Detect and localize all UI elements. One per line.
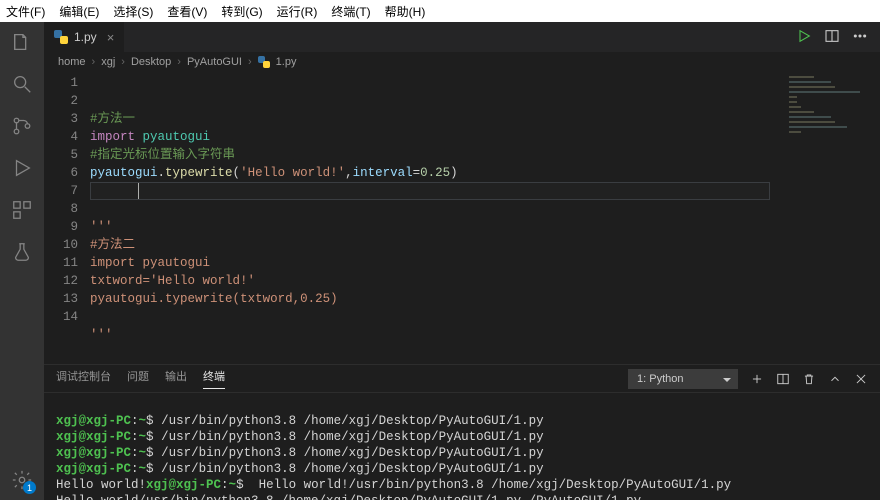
menu-goto[interactable]: 转到(G): [221, 3, 262, 20]
bottom-panel: 调试控制台 问题 输出 终端 1: Python xgj@xgj-PC:~$ /…: [44, 364, 880, 500]
editor[interactable]: 1234567891011121314 #方法一 import pyautogu…: [44, 72, 880, 364]
crumb-file[interactable]: 1.py: [276, 56, 297, 68]
new-terminal-icon[interactable]: [750, 372, 764, 386]
menu-file[interactable]: 文件(F): [6, 3, 45, 20]
code-content[interactable]: #方法一 import pyautogui #指定光标位置输入字符串 pyaut…: [90, 72, 780, 364]
line-gutter: 1234567891011121314: [44, 72, 90, 364]
crumb-home[interactable]: home: [58, 56, 86, 68]
tab-bar: 1.py ×: [44, 22, 880, 52]
panel-tab-bar: 调试控制台 问题 输出 终端 1: Python: [44, 365, 880, 393]
terminal-selector-label: 1: Python: [637, 373, 683, 385]
activity-bar: 1: [0, 22, 44, 500]
text-cursor: [138, 183, 139, 199]
testing-icon[interactable]: [10, 240, 34, 264]
python-file-icon: [54, 30, 68, 44]
menu-terminal[interactable]: 终端(T): [331, 3, 370, 20]
maximize-panel-icon[interactable]: [828, 372, 842, 386]
search-icon[interactable]: [10, 72, 34, 96]
kill-terminal-icon[interactable]: [802, 372, 816, 386]
menu-edit[interactable]: 编辑(E): [59, 3, 99, 20]
run-debug-icon[interactable]: [10, 156, 34, 180]
source-control-icon[interactable]: [10, 114, 34, 138]
more-actions-icon[interactable]: [852, 28, 868, 47]
panel-tab-terminal[interactable]: 终端: [203, 368, 225, 389]
crumb-user[interactable]: xgj: [101, 56, 115, 68]
crumb-folder[interactable]: PyAutoGUI: [187, 56, 242, 68]
menu-view[interactable]: 查看(V): [167, 3, 207, 20]
menu-bar: 文件(F) 编辑(E) 选择(S) 查看(V) 转到(G) 运行(R) 终端(T…: [0, 0, 880, 22]
panel-tab-problems[interactable]: 问题: [127, 368, 149, 389]
run-file-icon[interactable]: [796, 28, 812, 47]
manage-gear-icon[interactable]: 1: [10, 468, 34, 492]
close-panel-icon[interactable]: [854, 372, 868, 386]
tab-label: 1.py: [74, 30, 97, 44]
panel-tab-debug[interactable]: 调试控制台: [56, 368, 111, 389]
terminal-output[interactable]: xgj@xgj-PC:~$ /usr/bin/python3.8 /home/x…: [44, 393, 880, 500]
menu-help[interactable]: 帮助(H): [385, 3, 426, 20]
python-file-icon: [258, 56, 270, 68]
tab-close-icon[interactable]: ×: [107, 30, 115, 45]
menu-select[interactable]: 选择(S): [113, 3, 153, 20]
crumb-desktop[interactable]: Desktop: [131, 56, 171, 68]
gear-badge: 1: [23, 481, 36, 494]
breadcrumbs[interactable]: home› xgj› Desktop› PyAutoGUI› 1.py: [44, 52, 880, 72]
explorer-icon[interactable]: [10, 30, 34, 54]
panel-tab-output[interactable]: 输出: [165, 368, 187, 389]
split-terminal-icon[interactable]: [776, 372, 790, 386]
extensions-icon[interactable]: [10, 198, 34, 222]
menu-run[interactable]: 运行(R): [277, 3, 318, 20]
terminal-selector[interactable]: 1: Python: [628, 369, 738, 389]
split-editor-icon[interactable]: [824, 28, 840, 47]
minimap[interactable]: [780, 72, 880, 364]
tab-file[interactable]: 1.py ×: [44, 22, 125, 52]
